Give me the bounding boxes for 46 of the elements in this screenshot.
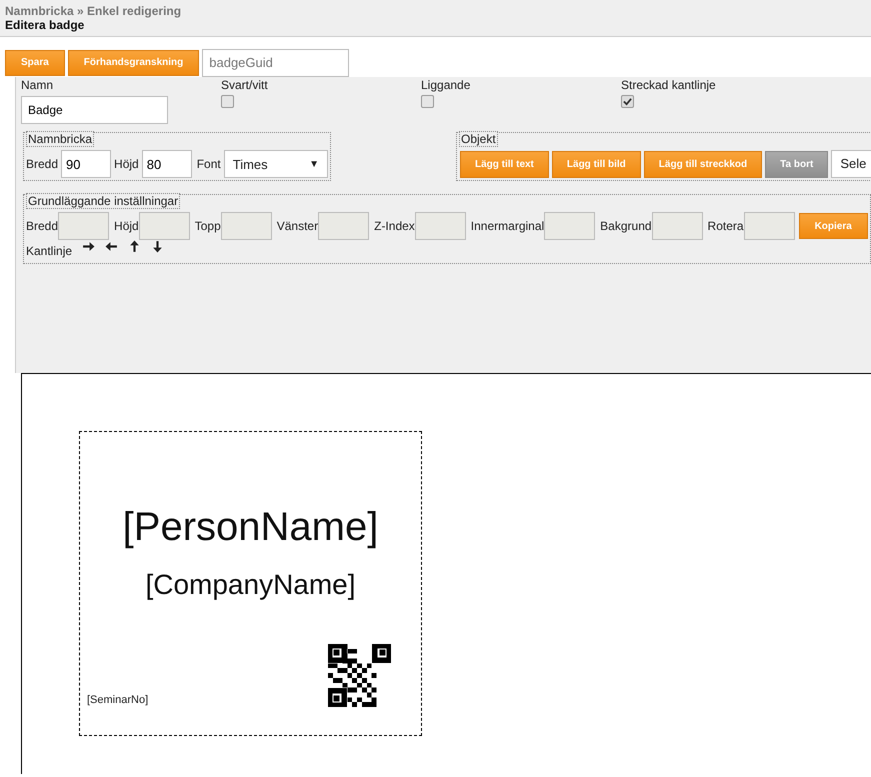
checkbox[interactable] xyxy=(621,95,634,108)
fieldset-legend: Grundläggande inställningar xyxy=(26,193,180,209)
field-label: Kantlinje xyxy=(26,244,72,258)
page-title: Editera badge xyxy=(5,18,86,32)
checkbox[interactable] xyxy=(221,95,234,108)
field-label: Innermarginal xyxy=(470,219,544,233)
setting-field[interactable] xyxy=(744,212,795,240)
arrow-right-icon[interactable] xyxy=(82,240,96,253)
field-label: Bredd xyxy=(26,157,58,171)
arrow-down-icon[interactable] xyxy=(151,240,164,253)
field-label: Vänster xyxy=(276,219,318,233)
setting-field[interactable] xyxy=(138,212,190,240)
field-label: Svart/vitt xyxy=(221,78,268,92)
qr-code-drawing[interactable] xyxy=(328,644,391,707)
guid-field[interactable]: badgeGuid xyxy=(202,48,350,76)
name-field[interactable]: Badge xyxy=(21,96,168,124)
checkbox[interactable] xyxy=(421,95,434,108)
field-label: Bredd xyxy=(26,219,58,233)
seminar-text[interactable]: [SeminarNo] xyxy=(87,694,148,706)
field-label: Topp xyxy=(194,219,221,233)
object-select[interactable]: Sele xyxy=(831,150,871,178)
setting-field[interactable] xyxy=(652,212,703,240)
setting-field[interactable] xyxy=(220,212,272,240)
fieldset-legend: Objekt xyxy=(459,131,498,147)
width-field[interactable]: 90 xyxy=(61,150,112,178)
field-label: Liggande xyxy=(421,78,470,92)
breadcrumb: Namnbricka » Enkel redigering xyxy=(5,4,182,18)
field-label: Bakgrund xyxy=(600,219,652,233)
arrow-left-icon[interactable] xyxy=(105,240,118,253)
font-select[interactable]: Times ▼ xyxy=(224,150,328,178)
setting-field[interactable] xyxy=(318,212,370,240)
field-label: Höjd xyxy=(114,157,139,171)
height-field[interactable]: 80 xyxy=(142,150,192,178)
field-label: Streckad kantlinje xyxy=(621,78,716,92)
setting-field[interactable] xyxy=(58,212,110,240)
company-name-text[interactable]: [CompanyName] xyxy=(80,569,421,601)
fieldset-legend: Namnbricka xyxy=(26,131,94,147)
arrow-up-icon[interactable] xyxy=(128,240,142,253)
field-label: Font xyxy=(196,157,221,171)
setting-field[interactable] xyxy=(414,212,466,240)
field-label: Namn xyxy=(21,78,54,92)
field-label: Rotera xyxy=(708,219,744,233)
field-label: Z-Index xyxy=(374,219,415,233)
field-label: Höjd xyxy=(114,219,139,233)
setting-field[interactable] xyxy=(544,212,596,240)
person-name-text[interactable]: [PersonName] xyxy=(80,505,421,550)
